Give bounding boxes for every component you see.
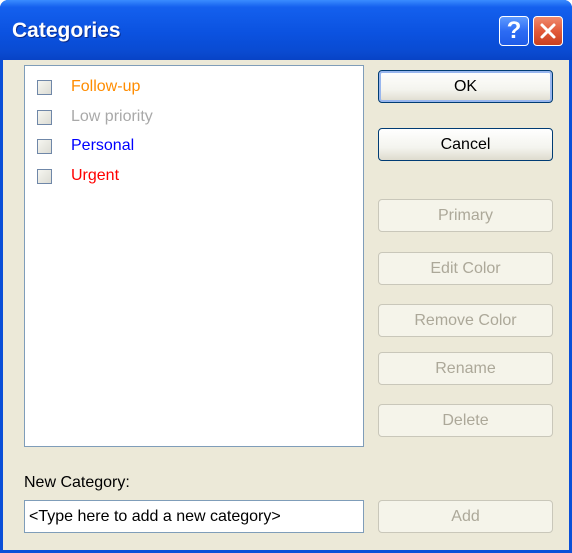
category-list[interactable]: Follow-up Low priority Personal Urgent [24,65,364,447]
remove-color-button[interactable]: Remove Color [378,304,553,337]
title-bar[interactable]: Categories ? [0,0,572,60]
category-item-personal[interactable]: Personal [37,134,134,158]
edit-color-button[interactable]: Edit Color [378,252,553,285]
category-checkbox[interactable] [37,109,52,125]
new-category-input[interactable] [24,500,364,533]
rename-button[interactable]: Rename [378,352,553,385]
primary-button[interactable]: Primary [378,199,553,232]
categories-dialog: Categories ? Follow-up Low priority Pers… [0,0,572,553]
ok-button[interactable]: OK [378,70,553,103]
category-checkbox[interactable] [37,168,52,184]
category-item-follow-up[interactable]: Follow-up [37,75,140,99]
dialog-body: Follow-up Low priority Personal Urgent O… [3,60,569,550]
close-button[interactable] [533,16,563,46]
new-category-label: New Category: [24,474,130,491]
category-label: Urgent [71,167,120,184]
delete-button[interactable]: Delete [378,404,553,437]
category-label: Low priority [71,108,153,125]
category-item-urgent[interactable]: Urgent [37,164,119,188]
category-checkbox[interactable] [37,138,52,154]
window-title: Categories [12,19,121,42]
help-button[interactable]: ? [499,16,529,46]
category-item-low-priority[interactable]: Low priority [37,105,153,129]
category-label: Personal [71,137,135,154]
category-label: Follow-up [71,78,141,95]
cancel-button[interactable]: Cancel [378,128,553,161]
category-checkbox[interactable] [37,79,52,95]
close-icon [540,23,556,39]
help-icon: ? [506,17,522,44]
add-button[interactable]: Add [378,500,553,533]
